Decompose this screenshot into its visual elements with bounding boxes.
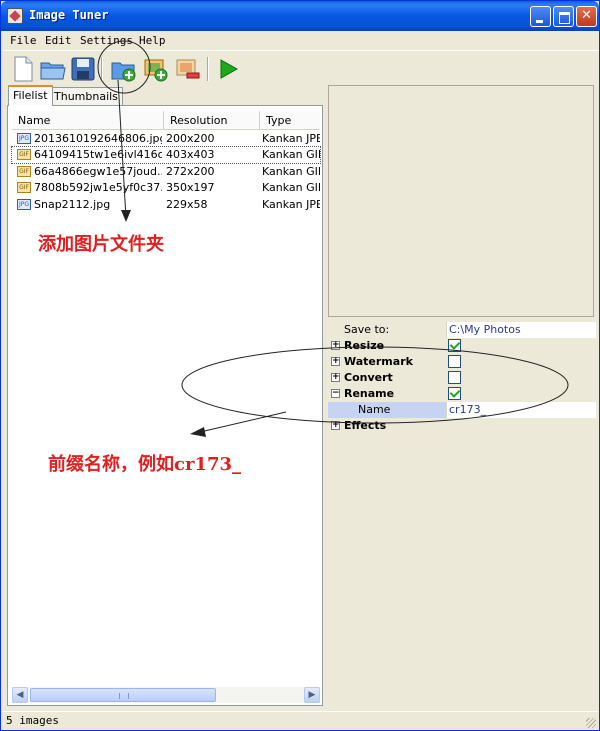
file-type: Kankan GIF: [262, 181, 320, 194]
expand-icon[interactable]: +: [331, 373, 340, 382]
rename-name-row[interactable]: Name cr173_: [328, 402, 596, 418]
file-type: Kankan GIF: [262, 148, 320, 161]
menu-file[interactable]: File: [10, 34, 37, 47]
file-name: 66a4866egw1e57joud...: [34, 165, 162, 178]
table-row[interactable]: GIF 7808b592jw1e5yf0c37... 350x197 Kanka…: [12, 180, 320, 196]
rename-checkbox[interactable]: [448, 387, 461, 400]
group-watermark[interactable]: + Watermark: [328, 354, 596, 370]
annotation-prefix-name: 前缀名称，例如cr173_: [48, 454, 242, 475]
gif-file-icon: GIF: [17, 149, 31, 160]
properties-grid: Save to: C:\My Photos + Resize + Waterma…: [328, 322, 596, 706]
preview-panel: [328, 85, 594, 317]
save-to-row[interactable]: Save to: C:\My Photos: [328, 322, 596, 338]
expand-icon[interactable]: +: [331, 357, 340, 366]
remove-images-button[interactable]: [173, 55, 201, 83]
new-button[interactable]: [9, 55, 37, 83]
status-bar: 5 images: [2, 711, 598, 730]
window-title: Image Tuner: [29, 8, 109, 22]
remove-images-icon: [176, 59, 200, 79]
watermark-checkbox[interactable]: [448, 355, 461, 368]
toolbar: [3, 50, 599, 86]
menu-edit[interactable]: Edit: [45, 34, 72, 47]
save-to-label: Save to:: [344, 323, 390, 336]
group-rename[interactable]: − Rename: [328, 386, 596, 402]
jpg-file-icon: JPG: [17, 133, 31, 144]
rename-name-field[interactable]: cr173_: [446, 402, 596, 418]
scroll-left-button[interactable]: ◀: [12, 687, 28, 703]
scroll-right-button[interactable]: ▶: [304, 687, 320, 703]
add-images-icon: [144, 59, 168, 82]
save-to-value[interactable]: C:\My Photos: [446, 322, 596, 338]
horizontal-scrollbar[interactable]: ◀ ▶: [12, 687, 320, 703]
maximize-button[interactable]: [553, 6, 574, 27]
tab-thumbnails[interactable]: Thumbnails: [49, 87, 123, 105]
run-button[interactable]: [215, 55, 243, 83]
group-resize[interactable]: + Resize: [328, 338, 596, 354]
file-resolution: 272x200: [166, 165, 215, 178]
file-type: Kankan GIF: [262, 165, 320, 178]
menu-settings[interactable]: Settings: [80, 34, 133, 47]
table-row[interactable]: JPG Snap2112.jpg 229x58 Kankan JPEG: [12, 197, 320, 213]
jpg-file-icon: JPG: [17, 199, 31, 210]
add-images-button[interactable]: [141, 55, 169, 83]
column-header-name[interactable]: Name: [12, 111, 164, 130]
file-resolution: 229x58: [166, 198, 208, 211]
group-convert[interactable]: + Convert: [328, 370, 596, 386]
scroll-thumb[interactable]: [30, 688, 216, 702]
toolbar-separator: [207, 57, 209, 81]
open-folder-icon: [40, 62, 66, 80]
list-header: Name Resolution Type: [12, 111, 320, 130]
expand-icon[interactable]: +: [331, 421, 340, 430]
menu-help[interactable]: Help: [139, 34, 166, 47]
file-name: 2013610192646806.jpg: [34, 132, 162, 145]
file-name: Snap2112.jpg: [34, 198, 111, 211]
gif-file-icon: GIF: [17, 166, 31, 177]
column-header-resolution[interactable]: Resolution: [164, 111, 260, 130]
table-row[interactable]: GIF 66a4866egw1e57joud... 272x200 Kankan…: [12, 164, 320, 180]
save-button[interactable]: [69, 55, 97, 83]
file-type: Kankan JPEG: [262, 198, 320, 211]
save-icon: [71, 57, 95, 81]
file-resolution: 350x197: [166, 181, 215, 194]
open-folder-button[interactable]: [39, 55, 67, 83]
file-name: 64109415tw1e6ivl416o...: [34, 148, 162, 161]
status-text: 5 images: [6, 714, 59, 727]
table-row[interactable]: GIF 64109415tw1e6ivl416o... 403x403 Kank…: [11, 146, 321, 164]
group-effects[interactable]: + Effects: [328, 418, 596, 434]
rename-name-label: Name: [358, 403, 391, 416]
resize-checkbox[interactable]: [448, 339, 461, 352]
file-name: 7808b592jw1e5yf0c37...: [34, 181, 162, 194]
column-header-type[interactable]: Type: [260, 111, 320, 130]
group-label: Convert: [344, 371, 393, 384]
collapse-icon[interactable]: −: [331, 389, 340, 398]
new-icon: [14, 56, 33, 82]
group-label: Resize: [344, 339, 385, 352]
annotation-add-folder: 添加图片文件夹: [38, 234, 164, 255]
add-folder-button[interactable]: [109, 55, 137, 83]
close-button[interactable]: ✕: [576, 6, 597, 27]
resize-grip-icon[interactable]: [586, 718, 596, 728]
convert-checkbox[interactable]: [448, 371, 461, 384]
tab-filelist[interactable]: Filelist: [8, 85, 53, 106]
table-row[interactable]: JPG 2013610192646806.jpg 200x200 Kankan …: [12, 131, 320, 147]
group-label: Effects: [344, 419, 387, 432]
group-label: Rename: [344, 387, 395, 400]
file-list[interactable]: Name Resolution Type JPG 201361019264680…: [7, 105, 323, 706]
gif-file-icon: GIF: [17, 182, 31, 193]
toolbar-separator: [101, 57, 103, 81]
file-resolution: 200x200: [166, 132, 215, 145]
file-type: Kankan JPEG: [262, 132, 320, 145]
add-folder-icon: [111, 62, 136, 82]
group-label: Watermark: [344, 355, 413, 368]
expand-icon[interactable]: +: [331, 341, 340, 350]
menu-bar: File Edit Settings Help: [3, 31, 599, 50]
run-icon: [220, 59, 239, 79]
app-icon: [7, 8, 23, 24]
app-window: Image Tuner ✕ File Edit Settings Help Fi…: [0, 0, 600, 731]
title-bar[interactable]: Image Tuner ✕: [1, 1, 599, 31]
file-resolution: 403x403: [166, 148, 215, 161]
grip-icon: [119, 693, 129, 699]
minimize-button[interactable]: [530, 6, 551, 27]
